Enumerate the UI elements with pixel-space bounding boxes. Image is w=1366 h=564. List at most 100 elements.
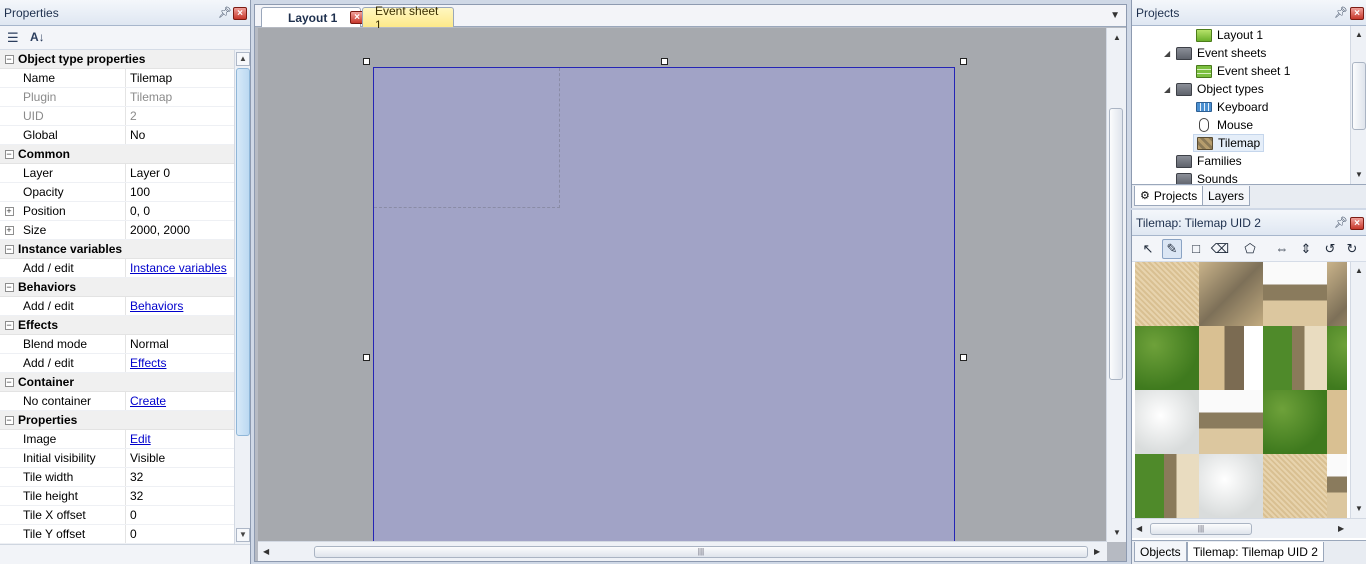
rectangle-icon[interactable]: □ [1186, 239, 1206, 259]
property-row[interactable]: Plugin Tilemap [0, 88, 234, 107]
rotate-anticlockwise-icon[interactable]: ↺ [1320, 239, 1340, 259]
tile[interactable] [1135, 454, 1199, 518]
pencil-icon[interactable]: ✎ [1162, 239, 1182, 259]
tile[interactable] [1199, 454, 1263, 518]
tile[interactable] [1263, 454, 1327, 518]
property-value[interactable]: Layer 0 [126, 164, 234, 182]
sort-categorized-icon[interactable]: ☰ [7, 30, 19, 46]
tile[interactable] [1135, 262, 1199, 326]
tileset-vertical-scrollbar[interactable]: ▲ ▼ [1350, 262, 1366, 518]
collapse-box-icon[interactable]: − [0, 54, 18, 64]
scroll-left-arrow-icon[interactable]: ◀ [1136, 524, 1142, 533]
property-link[interactable]: Effects [130, 356, 166, 370]
properties-vertical-scrollbar[interactable]: ▲ ▼ [234, 50, 250, 544]
collapse-triangle-icon[interactable]: ◢ [1164, 85, 1170, 94]
scroll-down-arrow-icon[interactable]: ▼ [236, 528, 250, 542]
property-category[interactable]: − Instance variables [0, 240, 234, 259]
property-row[interactable]: Layer Layer 0 [0, 164, 234, 183]
project-tree-scrollbar[interactable]: ▲ ▼ [1350, 26, 1366, 184]
property-value[interactable]: No [126, 126, 234, 144]
scroll-thumb[interactable]: ||| [314, 546, 1088, 558]
tile[interactable] [1263, 326, 1327, 390]
scroll-thumb[interactable]: ||| [1150, 523, 1252, 535]
tab-objects[interactable]: Objects [1134, 542, 1187, 562]
property-value[interactable]: Tilemap [126, 88, 234, 106]
tile[interactable] [1327, 390, 1347, 454]
collapse-triangle-icon[interactable]: ◢ [1164, 49, 1170, 58]
flip-vertical-icon[interactable]: ⇕ [1296, 239, 1316, 259]
tile[interactable] [1327, 326, 1347, 390]
property-value[interactable]: Create [126, 392, 234, 410]
tree-item-families[interactable]: Families [1176, 152, 1242, 170]
tile[interactable] [1199, 390, 1263, 454]
property-value[interactable]: Behaviors [126, 297, 234, 315]
resize-handle[interactable] [661, 58, 668, 65]
scroll-up-arrow-icon[interactable]: ▲ [1355, 266, 1363, 275]
tree-item-object-types[interactable]: Object types [1176, 80, 1264, 98]
pin-icon[interactable]: 📌︎ [1334, 216, 1348, 229]
property-link[interactable]: Edit [130, 432, 151, 446]
flip-horizontal-icon[interactable]: ⇔ [1272, 239, 1292, 259]
scroll-left-arrow-icon[interactable]: ◀ [263, 547, 269, 556]
property-value[interactable]: Effects [126, 354, 234, 372]
tree-item-layout-1[interactable]: Layout 1 [1196, 26, 1263, 44]
property-category[interactable]: − Container [0, 373, 234, 392]
property-row[interactable]: Add / edit Effects [0, 354, 234, 373]
property-category[interactable]: − Common [0, 145, 234, 164]
tab-list-dropdown-icon[interactable]: ▼ [1110, 10, 1120, 21]
property-value[interactable]: 0 [126, 506, 234, 524]
tab-tilemap-uid-2[interactable]: Tilemap: Tilemap UID 2 [1187, 542, 1324, 562]
property-value[interactable]: Visible [126, 449, 234, 467]
tree-item-event-sheets[interactable]: Event sheets [1176, 44, 1266, 62]
tree-item-tilemap[interactable]: Tilemap [1193, 134, 1265, 152]
property-category[interactable]: − Properties [0, 411, 234, 430]
sort-alphabetical-icon[interactable]: A↓ [30, 30, 45, 44]
tile[interactable] [1199, 326, 1263, 390]
property-row[interactable]: Initial visibility Visible [0, 449, 234, 468]
property-link[interactable]: Create [130, 394, 166, 408]
scroll-up-arrow-icon[interactable]: ▲ [1355, 30, 1363, 39]
collapse-box-icon[interactable]: − [0, 282, 18, 292]
resize-handle[interactable] [363, 354, 370, 361]
property-row[interactable]: Tile width 32 [0, 468, 234, 487]
property-row[interactable]: Image Edit [0, 430, 234, 449]
editor-vertical-scrollbar[interactable]: ▲ ▼ [1106, 28, 1126, 542]
property-value[interactable]: 0 [126, 525, 234, 543]
property-value[interactable]: Tilemap [126, 69, 234, 87]
property-value[interactable]: 0, 0 [126, 202, 234, 220]
editor-horizontal-scrollbar[interactable]: ◀ ||| ▶ [258, 541, 1107, 561]
property-category[interactable]: − Effects [0, 316, 234, 335]
property-row[interactable]: Tile X offset 0 [0, 506, 234, 525]
property-value[interactable]: Instance variables [126, 259, 234, 277]
select-arrow-icon[interactable]: ↖ [1138, 239, 1158, 259]
tab-layout-1[interactable]: Layout 1 × [261, 7, 364, 27]
property-row[interactable]: + Size 2000, 2000 [0, 221, 234, 240]
close-icon[interactable]: × [1350, 217, 1364, 230]
property-link[interactable]: Instance variables [130, 261, 227, 275]
property-category[interactable]: − Behaviors [0, 278, 234, 297]
scroll-up-arrow-icon[interactable]: ▲ [236, 52, 250, 66]
property-value[interactable]: Normal [126, 335, 234, 353]
tree-item-keyboard[interactable]: Keyboard [1196, 98, 1268, 116]
pin-icon[interactable]: 📌︎ [1334, 6, 1348, 19]
scroll-thumb[interactable] [1352, 62, 1366, 130]
tab-projects[interactable]: ⚙ Projects [1134, 186, 1204, 206]
resize-handle[interactable] [960, 354, 967, 361]
tab-layers[interactable]: Layers [1202, 186, 1251, 206]
scroll-right-arrow-icon[interactable]: ▶ [1094, 547, 1100, 556]
tree-item-sounds[interactable]: Sounds [1176, 170, 1238, 184]
property-value[interactable]: Edit [126, 430, 234, 448]
tilemap-object[interactable] [373, 67, 955, 541]
scroll-thumb[interactable] [236, 68, 250, 436]
tree-item-event-sheet-1[interactable]: Event sheet 1 [1196, 62, 1290, 80]
property-row[interactable]: Tile Y offset 0 [0, 525, 234, 544]
tile[interactable] [1199, 262, 1263, 326]
property-value[interactable]: 32 [126, 468, 234, 486]
tileset-palette[interactable] [1135, 262, 1347, 518]
tile[interactable] [1327, 454, 1347, 518]
scroll-down-arrow-icon[interactable]: ▼ [1355, 504, 1363, 513]
scroll-down-arrow-icon[interactable]: ▼ [1355, 170, 1363, 179]
tileset-horizontal-scrollbar[interactable]: ◀ ||| ▶ [1132, 518, 1366, 538]
collision-polygon-icon[interactable]: ⬠ [1240, 239, 1260, 259]
resize-handle[interactable] [960, 58, 967, 65]
